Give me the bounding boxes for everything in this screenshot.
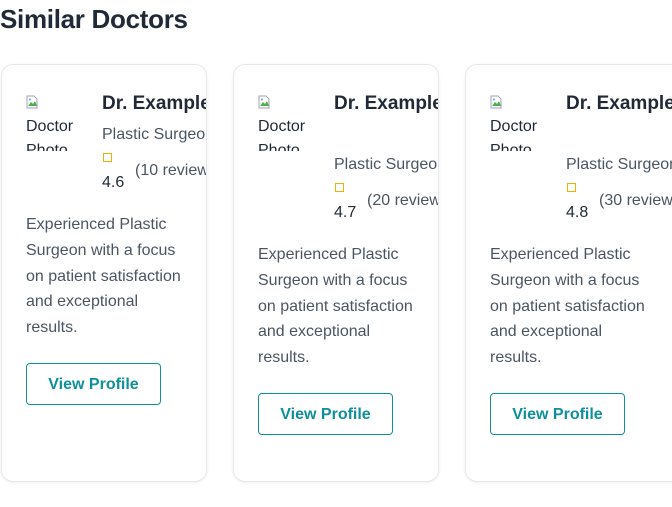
- doctor-photo: Doctor Photo: [490, 91, 550, 151]
- doctor-specialty: Plastic Surgeon: [334, 156, 439, 173]
- doctor-specialty: Plastic Surgeon: [102, 126, 207, 143]
- doctor-photo-alt: Doctor Photo: [258, 118, 306, 151]
- section-title: Similar Doctors: [0, 4, 188, 34]
- doctor-reviews-count: (20 reviews): [367, 192, 439, 209]
- doctor-description: Experienced Plastic Surgeon with a focus…: [26, 216, 181, 337]
- doctor-reviews-count: (10 reviews): [135, 162, 207, 179]
- star-icon: [335, 183, 344, 192]
- doctor-card: Doctor Photo Dr. Example Plastic Surgeon…: [1, 64, 207, 482]
- doctor-description: Experienced Plastic Surgeon with a focus…: [258, 246, 413, 367]
- star-icon: [567, 183, 576, 192]
- doctor-rating: 4.6: [102, 174, 125, 191]
- doctor-photo: Doctor Photo: [258, 91, 318, 151]
- doctor-description: Experienced Plastic Surgeon with a focus…: [490, 246, 645, 367]
- doctor-photo-alt: Doctor Photo: [490, 118, 538, 151]
- broken-image-icon: [258, 95, 270, 109]
- star-icon: [103, 153, 112, 162]
- doctor-name: Dr. Example: [334, 93, 439, 114]
- doctor-card: Doctor Photo Dr. Example Plastic Surgeon…: [465, 64, 672, 482]
- doctor-photo: Doctor Photo: [26, 91, 86, 151]
- doctor-card: Doctor Photo Dr. Example Plastic Surgeon…: [233, 64, 439, 482]
- broken-image-icon: [490, 95, 502, 109]
- doctor-name: Dr. Example: [566, 93, 672, 114]
- doctor-rating: 4.7: [334, 204, 357, 221]
- view-profile-button[interactable]: View Profile: [258, 393, 393, 435]
- doctor-photo-alt: Doctor Photo: [26, 118, 74, 151]
- doctor-specialty: Plastic Surgeon: [566, 156, 672, 173]
- view-profile-button[interactable]: View Profile: [26, 363, 161, 405]
- view-profile-button[interactable]: View Profile: [490, 393, 625, 435]
- doctor-reviews-count: (30 reviews): [599, 192, 672, 209]
- doctor-rating: 4.8: [566, 204, 589, 221]
- doctor-name: Dr. Example: [102, 93, 207, 114]
- broken-image-icon: [26, 95, 38, 109]
